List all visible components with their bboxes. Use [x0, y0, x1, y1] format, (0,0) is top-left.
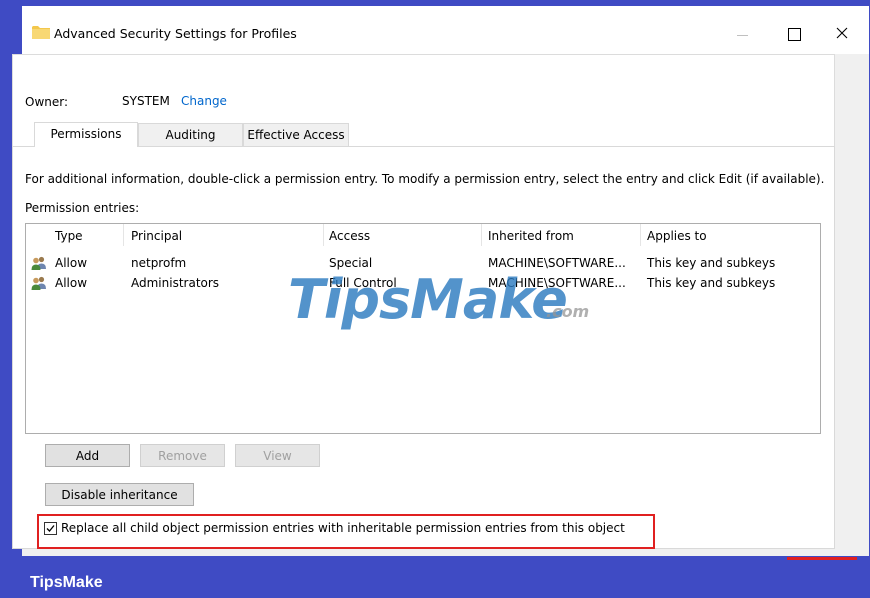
column-separator [640, 224, 641, 246]
maximize-button[interactable] [771, 14, 817, 54]
replace-child-permissions-label: Replace all child object permission entr… [61, 521, 625, 535]
close-button[interactable] [819, 14, 865, 54]
users-icon [31, 256, 47, 270]
table-row[interactable]: Allow netprofm Special MACHINE\SOFTWARE.… [26, 253, 820, 273]
cell-type: Allow [55, 276, 88, 290]
cell-type: Allow [55, 256, 88, 270]
disable-inheritance-button[interactable]: Disable inheritance [45, 483, 194, 506]
list-header: Type Principal Access Inherited from App… [26, 224, 820, 246]
owner-label: Owner: [25, 95, 69, 109]
change-owner-link[interactable]: Change [181, 94, 227, 108]
cell-access: Special [329, 256, 373, 270]
column-separator [123, 224, 124, 246]
folder-icon [32, 25, 50, 39]
cell-inherited-from: MACHINE\SOFTWARE... [488, 256, 626, 270]
view-button[interactable]: View [235, 444, 320, 467]
column-access[interactable]: Access [329, 229, 370, 243]
cell-access: Full Control [329, 276, 397, 290]
footer-banner: TipsMake [0, 566, 870, 598]
footer-brand: TipsMake [30, 574, 103, 591]
column-separator [481, 224, 482, 246]
column-type[interactable]: Type [55, 229, 83, 243]
cell-principal: netprofm [131, 256, 187, 270]
minimize-icon [736, 34, 748, 36]
users-icon [31, 276, 47, 290]
permission-entries-list[interactable]: Type Principal Access Inherited from App… [25, 223, 821, 434]
add-button[interactable]: Add [45, 444, 130, 467]
info-text: For additional information, double-click… [25, 172, 825, 186]
owner-value: SYSTEM [122, 94, 170, 108]
remove-button[interactable]: Remove [140, 444, 225, 467]
cell-inherited-from: MACHINE\SOFTWARE... [488, 276, 626, 290]
cell-applies-to: This key and subkeys [647, 276, 776, 290]
column-separator [323, 224, 324, 246]
red-annotation-bar [787, 557, 857, 560]
tab-auditing[interactable]: Auditing [138, 123, 243, 146]
column-principal[interactable]: Principal [131, 229, 182, 243]
cell-applies-to: This key and subkeys [647, 256, 776, 270]
close-icon [836, 27, 848, 42]
permission-entries-label: Permission entries: [25, 201, 140, 215]
minimize-button[interactable] [719, 14, 765, 54]
column-inherited-from[interactable]: Inherited from [488, 229, 574, 243]
replace-child-permissions-row[interactable]: Replace all child object permission entr… [44, 519, 625, 537]
tab-effective-access[interactable]: Effective Access [243, 123, 349, 146]
cell-principal: Administrators [131, 276, 220, 290]
title-bar[interactable]: Advanced Security Settings for Profiles [22, 6, 869, 54]
table-row[interactable]: Allow Administrators Full Control MACHIN… [26, 273, 820, 293]
maximize-icon [787, 27, 801, 41]
column-applies-to[interactable]: Applies to [647, 229, 707, 243]
window-title: Advanced Security Settings for Profiles [54, 26, 297, 41]
tab-permissions[interactable]: Permissions [34, 122, 138, 147]
replace-child-permissions-checkbox[interactable] [44, 521, 57, 535]
